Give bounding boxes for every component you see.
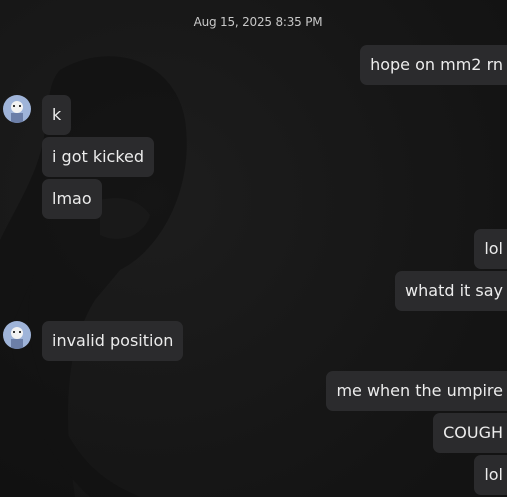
message-bubble-incoming[interactable]: i got kicked [42, 137, 155, 177]
contact-avatar[interactable] [3, 321, 31, 349]
message-bubble-outgoing[interactable]: lol [474, 455, 507, 495]
message-bubble-incoming[interactable]: invalid position [42, 321, 184, 361]
message-bubble-outgoing[interactable]: hope on mm2 rn [360, 45, 507, 85]
message-bubble-outgoing[interactable]: COUGH [433, 413, 507, 453]
message-bubble-outgoing[interactable]: lol [474, 229, 507, 269]
chat-timestamp: Aug 15, 2025 8:35 PM [193, 15, 323, 29]
message-bubble-incoming[interactable]: lmao [42, 179, 102, 219]
message-bubble-incoming[interactable]: k [42, 95, 72, 135]
message-bubble-outgoing[interactable]: whatd it say [395, 271, 507, 311]
message-bubble-outgoing[interactable]: me when the umpire [326, 371, 507, 411]
contact-avatar[interactable] [3, 95, 31, 123]
